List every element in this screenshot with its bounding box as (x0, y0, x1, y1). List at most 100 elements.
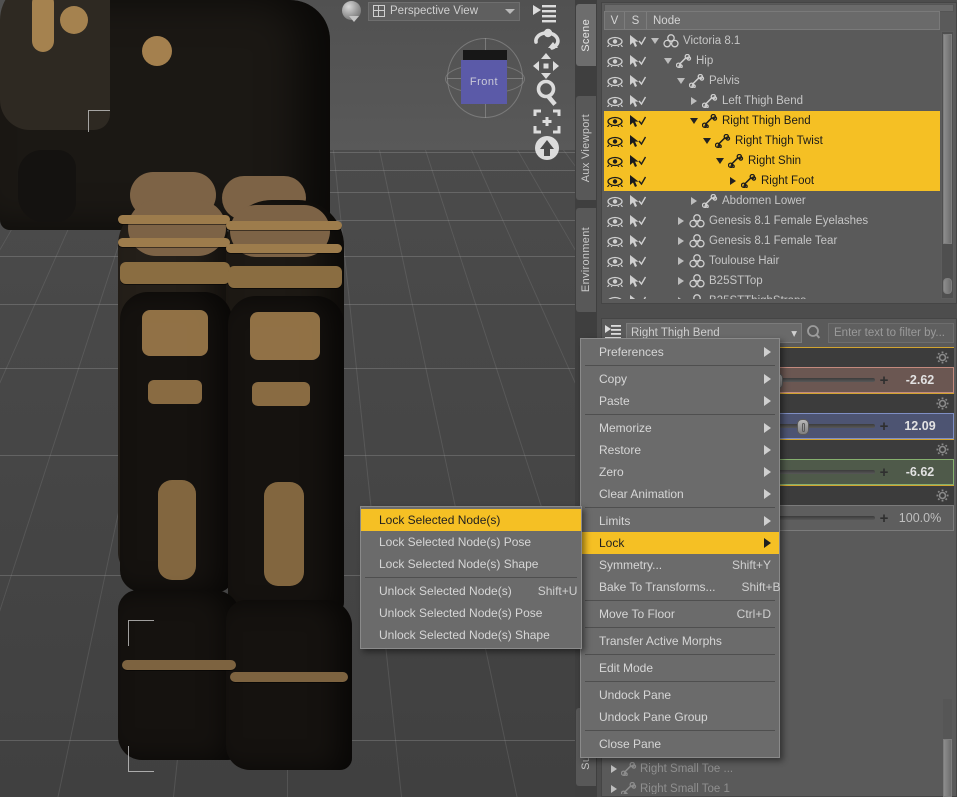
menu-item[interactable]: Preferences (581, 341, 779, 363)
parameter-value[interactable]: -2.62 (891, 373, 949, 387)
menu-item[interactable]: Edit Mode (581, 657, 779, 679)
menu-item[interactable]: Lock Selected Node(s) (361, 509, 581, 531)
menu-item[interactable]: Undock Pane (581, 684, 779, 706)
tree-row[interactable]: Right Foot (604, 171, 940, 191)
tab-aux-viewport[interactable]: Aux Viewport (576, 96, 596, 200)
slider-handle[interactable] (797, 419, 809, 435)
tree-row[interactable]: Genesis 8.1 Female Eyelashes (604, 211, 940, 231)
chevron-down-icon[interactable] (700, 138, 713, 144)
increment-button[interactable]: + (877, 464, 891, 481)
tab-environment[interactable]: Environment (576, 208, 596, 312)
menu-item[interactable]: Lock Selected Node(s) Pose (361, 531, 581, 553)
tree-row[interactable]: Hip (604, 51, 940, 71)
select-cursor-icon[interactable] (626, 215, 648, 228)
tab-scene[interactable]: Scene (576, 4, 596, 66)
zoom-icon[interactable] (533, 78, 567, 110)
gear-icon[interactable] (936, 489, 949, 502)
chevron-down-icon[interactable] (674, 78, 687, 84)
scene-tree-scrollbar[interactable] (941, 31, 954, 299)
parameters-filter-input[interactable]: Enter text to filter by... (828, 323, 954, 343)
tree-row[interactable]: Abdomen Lower (604, 191, 940, 211)
eye-icon[interactable] (604, 296, 626, 300)
increment-button[interactable]: + (877, 372, 891, 389)
menu-item[interactable]: Clear Animation (581, 483, 779, 505)
column-node[interactable]: Node (647, 12, 939, 29)
eye-icon[interactable] (604, 76, 626, 87)
gear-icon[interactable] (936, 351, 949, 364)
bottom-tree-row[interactable]: Right Small Toe ... (604, 759, 954, 779)
select-cursor-icon[interactable] (626, 275, 648, 288)
camera-select[interactable]: Perspective View (368, 2, 520, 21)
menu-item[interactable]: Transfer Active Morphs (581, 630, 779, 652)
select-cursor-icon[interactable] (626, 255, 648, 268)
eye-icon[interactable] (604, 116, 626, 127)
view-cube[interactable]: Front (447, 38, 523, 118)
menu-item[interactable]: Lock (581, 532, 779, 554)
tree-row[interactable]: Right Shin (604, 151, 940, 171)
gear-icon[interactable] (936, 443, 949, 456)
eye-icon[interactable] (604, 256, 626, 267)
menu-item[interactable]: Lock Selected Node(s) Shape (361, 553, 581, 575)
eye-icon[interactable] (604, 276, 626, 287)
perspective-viewport[interactable]: Front Perspective View (0, 0, 575, 797)
increment-button[interactable]: + (877, 510, 891, 527)
tree-row[interactable]: Toulouse Hair (604, 251, 940, 271)
parameter-value[interactable]: 100.0% (891, 511, 949, 525)
tree-row[interactable]: Right Thigh Bend (604, 111, 940, 131)
chevron-right-icon[interactable] (687, 97, 700, 105)
menu-item[interactable]: Memorize (581, 417, 779, 439)
scene-tree-scroll-thumb[interactable] (943, 34, 952, 244)
chevron-down-icon[interactable] (713, 158, 726, 164)
select-cursor-icon[interactable] (626, 195, 648, 208)
select-cursor-icon[interactable] (626, 155, 648, 168)
select-cursor-icon[interactable] (626, 75, 648, 88)
reset-icon[interactable] (533, 134, 567, 166)
eye-icon[interactable] (604, 36, 626, 47)
viewport-orientation-ball[interactable] (340, 0, 364, 22)
tree-row[interactable]: Left Thigh Bend (604, 91, 940, 111)
chevron-right-icon[interactable] (674, 237, 687, 245)
menu-item[interactable]: Undock Pane Group (581, 706, 779, 728)
tree-row[interactable]: B25STTop (604, 271, 940, 291)
chevron-right-icon[interactable] (604, 765, 618, 773)
select-cursor-icon[interactable] (626, 115, 648, 128)
bottom-tree-row[interactable]: Right Small Toe 1 (604, 779, 954, 794)
eye-icon[interactable] (604, 236, 626, 247)
tree-row[interactable]: Genesis 8.1 Female Tear (604, 231, 940, 251)
tree-row[interactable]: Right Thigh Twist (604, 131, 940, 151)
eye-icon[interactable] (604, 96, 626, 107)
pane-context-menu[interactable]: PreferencesCopyPasteMemorizeRestoreZeroC… (580, 338, 780, 758)
menu-item[interactable]: Zero (581, 461, 779, 483)
menu-item[interactable]: Bake To Transforms...Shift+B (581, 576, 779, 598)
tree-row[interactable]: Pelvis (604, 71, 940, 91)
increment-button[interactable]: + (877, 418, 891, 435)
bottom-tree-scroll-thumb[interactable] (943, 739, 952, 797)
select-cursor-icon[interactable] (626, 295, 648, 300)
menu-item[interactable]: Close Pane (581, 733, 779, 755)
column-visibility[interactable]: V (605, 12, 625, 29)
eye-icon[interactable] (604, 196, 626, 207)
menu-item[interactable]: Unlock Selected Node(s) Pose (361, 602, 581, 624)
bottom-tree-scrollbar[interactable] (943, 699, 952, 762)
eye-icon[interactable] (604, 176, 626, 187)
scene-tree-rows[interactable]: Victoria 8.1HipPelvisLeft Thigh BendRigh… (604, 31, 940, 299)
chevron-right-icon[interactable] (726, 177, 739, 185)
menu-item[interactable]: Copy (581, 368, 779, 390)
gear-icon[interactable] (936, 397, 949, 410)
eye-icon[interactable] (604, 216, 626, 227)
chevron-right-icon[interactable] (674, 257, 687, 265)
select-cursor-icon[interactable] (626, 135, 648, 148)
menu-item[interactable]: Paste (581, 390, 779, 412)
view-cube-front-face[interactable]: Front (461, 60, 507, 104)
select-cursor-icon[interactable] (626, 235, 648, 248)
select-cursor-icon[interactable] (626, 35, 648, 48)
eye-icon[interactable] (604, 136, 626, 147)
chevron-right-icon[interactable] (674, 297, 687, 299)
menu-item[interactable]: Move To FloorCtrl+D (581, 603, 779, 625)
parameter-value[interactable]: -6.62 (891, 465, 949, 479)
menu-item[interactable]: Unlock Selected Node(s)Shift+U (361, 580, 581, 602)
chevron-right-icon[interactable] (687, 197, 700, 205)
chevron-down-icon[interactable] (661, 58, 674, 64)
chevron-down-icon[interactable] (648, 38, 661, 44)
parameter-value[interactable]: 12.09 (891, 419, 949, 433)
